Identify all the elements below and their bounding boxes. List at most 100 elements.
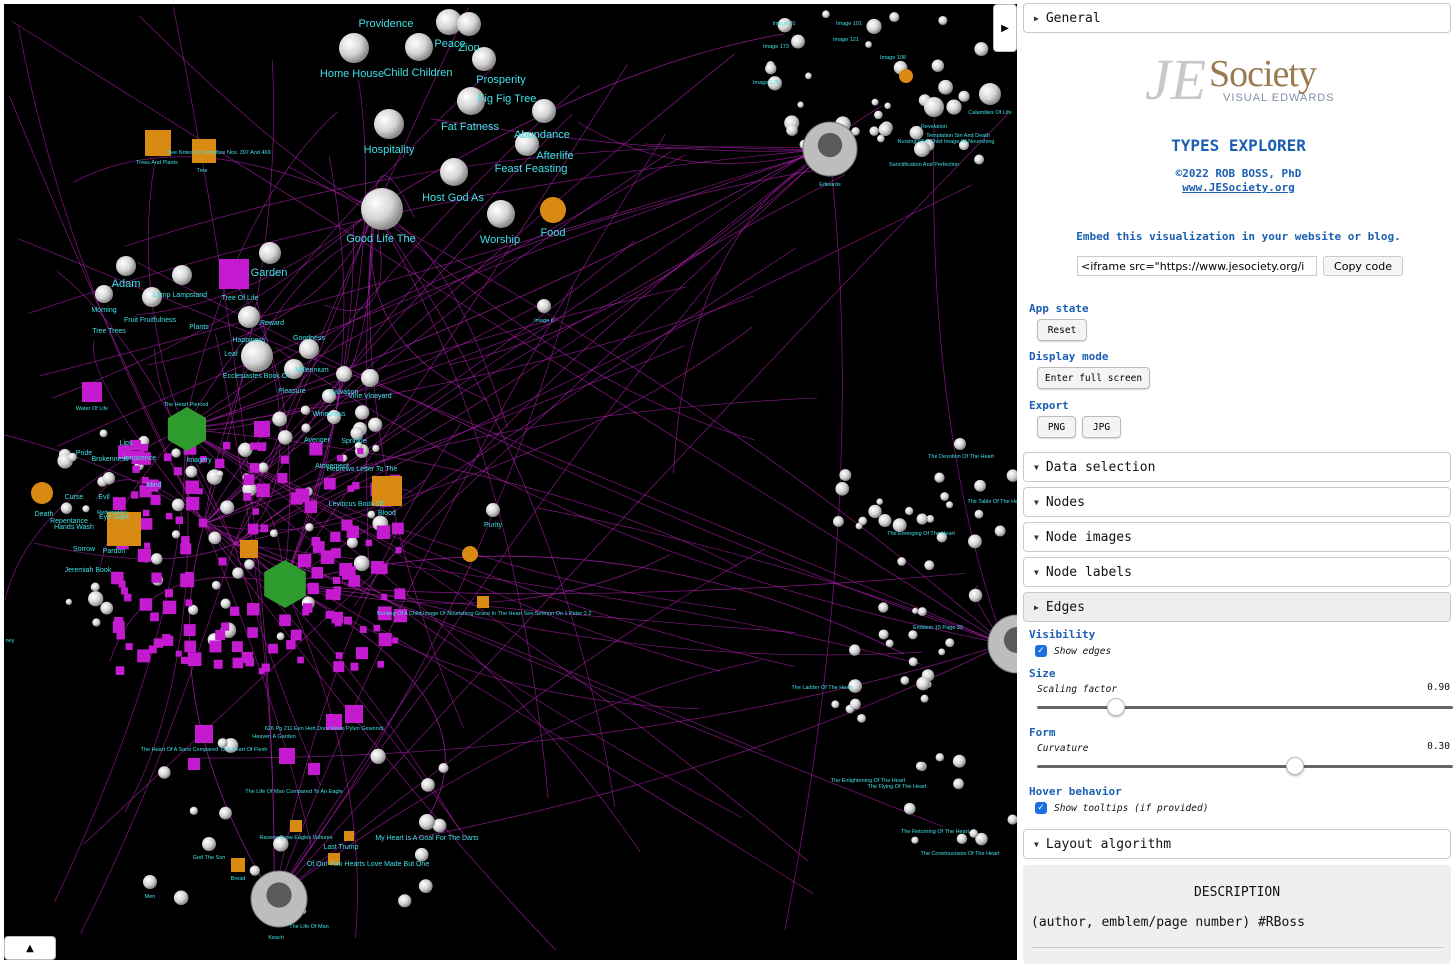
graph-node-cube[interactable]: [325, 610, 334, 619]
graph-node[interactable]: [878, 122, 892, 137]
graph-node[interactable]: [211, 580, 221, 590]
graph-canvas[interactable]: Providence Peace Zion Home House Child Child…: [4, 4, 1017, 960]
section-node-images[interactable]: ▼ Node images: [1023, 522, 1451, 552]
graph-node[interactable]: [419, 814, 435, 830]
graph-node[interactable]: [277, 430, 293, 445]
curvature-slider[interactable]: [1037, 765, 1453, 768]
graph-node[interactable]: [920, 694, 929, 703]
graph-node-cube[interactable]: [297, 554, 311, 568]
graph-node[interactable]: [877, 134, 885, 143]
graph-node[interactable]: [916, 513, 928, 525]
graph-node-cube[interactable]: [333, 576, 341, 584]
graph-node-cube[interactable]: [378, 633, 392, 647]
graph-node-cube[interactable]: [184, 572, 194, 581]
export-jpg-button[interactable]: JPG: [1082, 416, 1121, 438]
fullscreen-button[interactable]: Enter full screen: [1037, 367, 1150, 389]
graph-node[interactable]: [924, 560, 935, 571]
graph-node[interactable]: [969, 829, 979, 838]
graph-node-cube[interactable]: [111, 571, 124, 585]
graph-node[interactable]: [946, 501, 954, 509]
graph-node-cube[interactable]: [376, 525, 391, 540]
graph-node-cube[interactable]: [82, 382, 102, 402]
copy-code-button[interactable]: Copy code: [1323, 256, 1403, 276]
graph-node[interactable]: [171, 530, 181, 539]
graph-node[interactable]: [915, 761, 925, 771]
graph-node-cube[interactable]: [231, 858, 245, 872]
graph-node-cube[interactable]: [140, 443, 148, 452]
graph-node[interactable]: [151, 553, 163, 565]
graph-node-cube[interactable]: [290, 629, 302, 641]
graph-node-cube[interactable]: [290, 820, 302, 832]
graph-node[interactable]: [822, 10, 830, 19]
graph-node[interactable]: [368, 417, 383, 432]
graph-node[interactable]: [116, 256, 136, 276]
graph-node[interactable]: [938, 648, 946, 656]
graph-node[interactable]: [876, 498, 883, 505]
graph-node-cube[interactable]: [188, 758, 200, 770]
graph-node[interactable]: [968, 588, 983, 603]
graph-node-cube[interactable]: [163, 635, 174, 646]
graph-node-cube[interactable]: [213, 659, 223, 669]
graph-node[interactable]: [82, 505, 90, 513]
graph-node-cube[interactable]: [277, 473, 288, 484]
graph-node-cube[interactable]: [261, 663, 270, 672]
graph-node-cube[interactable]: [245, 657, 255, 667]
section-nodes[interactable]: ▼ Nodes: [1023, 487, 1451, 517]
graph-node[interactable]: [65, 598, 72, 606]
show-edges-checkbox[interactable]: ✓ Show edges: [1035, 645, 1111, 657]
graph-node[interactable]: [90, 582, 100, 592]
graph-node-cube[interactable]: [218, 557, 227, 566]
graph-node-cube[interactable]: [323, 477, 336, 490]
section-layout-algorithm[interactable]: ▼ Layout algorithm: [1023, 829, 1451, 859]
graph-node[interactable]: [938, 79, 953, 95]
graph-node[interactable]: [889, 12, 900, 23]
graph-node[interactable]: [953, 778, 964, 790]
graph-node[interactable]: [88, 591, 104, 607]
graph-node[interactable]: [270, 529, 278, 538]
graph-node-cube[interactable]: [246, 603, 260, 616]
graph-node[interactable]: [968, 534, 982, 549]
graph-node-cube[interactable]: [339, 562, 353, 577]
graph-node[interactable]: [917, 607, 927, 617]
graph-node[interactable]: [173, 890, 189, 906]
graph-node-cube[interactable]: [162, 600, 177, 615]
graph-node-cube[interactable]: [335, 652, 343, 659]
graph-node[interactable]: [540, 197, 566, 223]
graph-node-cube[interactable]: [333, 593, 341, 601]
graph-node-cube[interactable]: [279, 748, 295, 764]
graph-node-cube[interactable]: [184, 640, 197, 653]
graph-node[interactable]: [100, 601, 114, 615]
graph-node-cube[interactable]: [164, 589, 173, 598]
graph-node[interactable]: [171, 448, 181, 458]
graph-node-cube[interactable]: [395, 547, 402, 554]
graph-node[interactable]: [956, 833, 968, 844]
graph-node-cube[interactable]: [181, 536, 190, 545]
graph-node[interactable]: [878, 629, 889, 640]
graph-node-cube[interactable]: [123, 593, 132, 602]
graph-node[interactable]: [414, 847, 429, 862]
graph-node-cube[interactable]: [307, 582, 319, 595]
graph-node[interactable]: [259, 242, 281, 264]
reset-button[interactable]: Reset: [1037, 319, 1087, 341]
graph-node-cube[interactable]: [139, 598, 153, 611]
graph-node[interactable]: [974, 154, 985, 165]
graph-node-cube[interactable]: [254, 421, 270, 437]
graph-node[interactable]: [797, 101, 804, 108]
graph-node-cube[interactable]: [280, 455, 289, 464]
scaling-factor-slider[interactable]: [1037, 706, 1453, 709]
graph-node[interactable]: [336, 366, 352, 382]
graph-node-cube[interactable]: [243, 492, 252, 501]
graph-node-cube[interactable]: [344, 616, 352, 625]
graph-node-cube[interactable]: [252, 508, 259, 515]
graph-node[interactable]: [935, 753, 945, 762]
graph-node-cube[interactable]: [121, 587, 128, 595]
section-node-labels[interactable]: ▼ Node labels: [1023, 557, 1451, 587]
graph-node-cube[interactable]: [150, 494, 161, 505]
graph-node-cube[interactable]: [377, 563, 388, 575]
graph-node-cube[interactable]: [165, 512, 173, 520]
graph-node[interactable]: [189, 806, 198, 815]
graph-node[interactable]: [487, 200, 515, 228]
graph-node-cube[interactable]: [115, 666, 125, 675]
export-png-button[interactable]: PNG: [1037, 416, 1076, 438]
graph-node[interactable]: [869, 126, 879, 136]
